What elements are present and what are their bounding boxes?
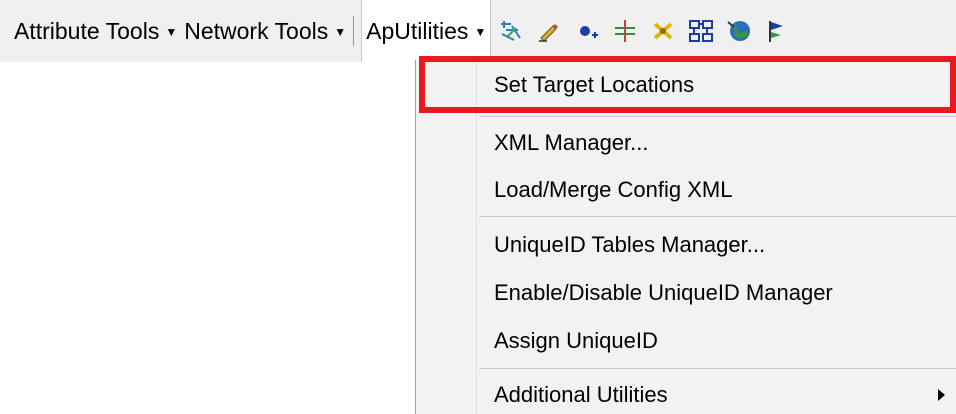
menu-item-load-merge-config-xml[interactable]: Load/Merge Config XML	[416, 165, 956, 215]
trace-network-icon[interactable]	[497, 17, 525, 45]
menu-item-label: Additional Utilities	[494, 382, 668, 407]
menu-separator	[479, 216, 956, 217]
aputilities-menu[interactable]: ApUtilities ▼	[361, 0, 492, 62]
caret-down-icon: ▼	[165, 25, 178, 39]
network-tools-menu[interactable]: Network Tools ▼	[184, 11, 353, 51]
menu-item-label: Load/Merge Config XML	[494, 177, 733, 202]
caret-down-icon: ▼	[474, 25, 487, 39]
add-point-icon[interactable]	[573, 17, 601, 45]
submenu-arrow-icon	[938, 389, 945, 401]
edit-pencil-icon[interactable]	[535, 17, 563, 45]
menu-item-label: Set Target Locations	[494, 72, 695, 97]
menu-item-additional-utilities[interactable]: Additional Utilities	[416, 370, 956, 414]
menu-item-label: XML Manager...	[494, 130, 649, 155]
menu-separator	[479, 116, 956, 117]
menu-item-uniqueid-tables-manager[interactable]: UniqueID Tables Manager...	[416, 220, 956, 270]
menu-item-label: UniqueID Tables Manager...	[494, 232, 766, 257]
toolbar-separator	[353, 16, 355, 46]
network-diagram-icon[interactable]	[687, 17, 715, 45]
menu-item-set-target-locations[interactable]: Set Target Locations	[416, 60, 956, 110]
application-window: Attribute Tools ▼ Network Tools ▼ ApUtil…	[0, 0, 956, 414]
menu-item-enable-disable-uniqueid-manager[interactable]: Enable/Disable UniqueID Manager	[416, 268, 956, 318]
aputilities-dropdown: Set Target Locations XML Manager... Load…	[415, 60, 956, 414]
attribute-tools-menu[interactable]: Attribute Tools ▼	[14, 11, 184, 51]
menu-item-label: Assign UniqueID	[494, 328, 658, 353]
menu-item-assign-uniqueid[interactable]: Assign UniqueID	[416, 316, 956, 366]
aputilities-label: ApUtilities	[366, 17, 469, 44]
flag-icon[interactable]	[763, 17, 791, 45]
caret-down-icon: ▼	[334, 25, 347, 39]
clear-flags-icon[interactable]	[649, 17, 677, 45]
menu-separator	[479, 368, 956, 369]
menu-item-xml-manager[interactable]: XML Manager...	[416, 118, 956, 168]
attribute-tools-label: Attribute Tools	[14, 17, 160, 44]
globe-icon[interactable]	[725, 17, 753, 45]
split-line-icon[interactable]	[611, 17, 639, 45]
network-tools-label: Network Tools	[184, 17, 329, 44]
toolbar: Attribute Tools ▼ Network Tools ▼ ApUtil…	[0, 0, 956, 62]
menu-item-label: Enable/Disable UniqueID Manager	[494, 280, 833, 305]
